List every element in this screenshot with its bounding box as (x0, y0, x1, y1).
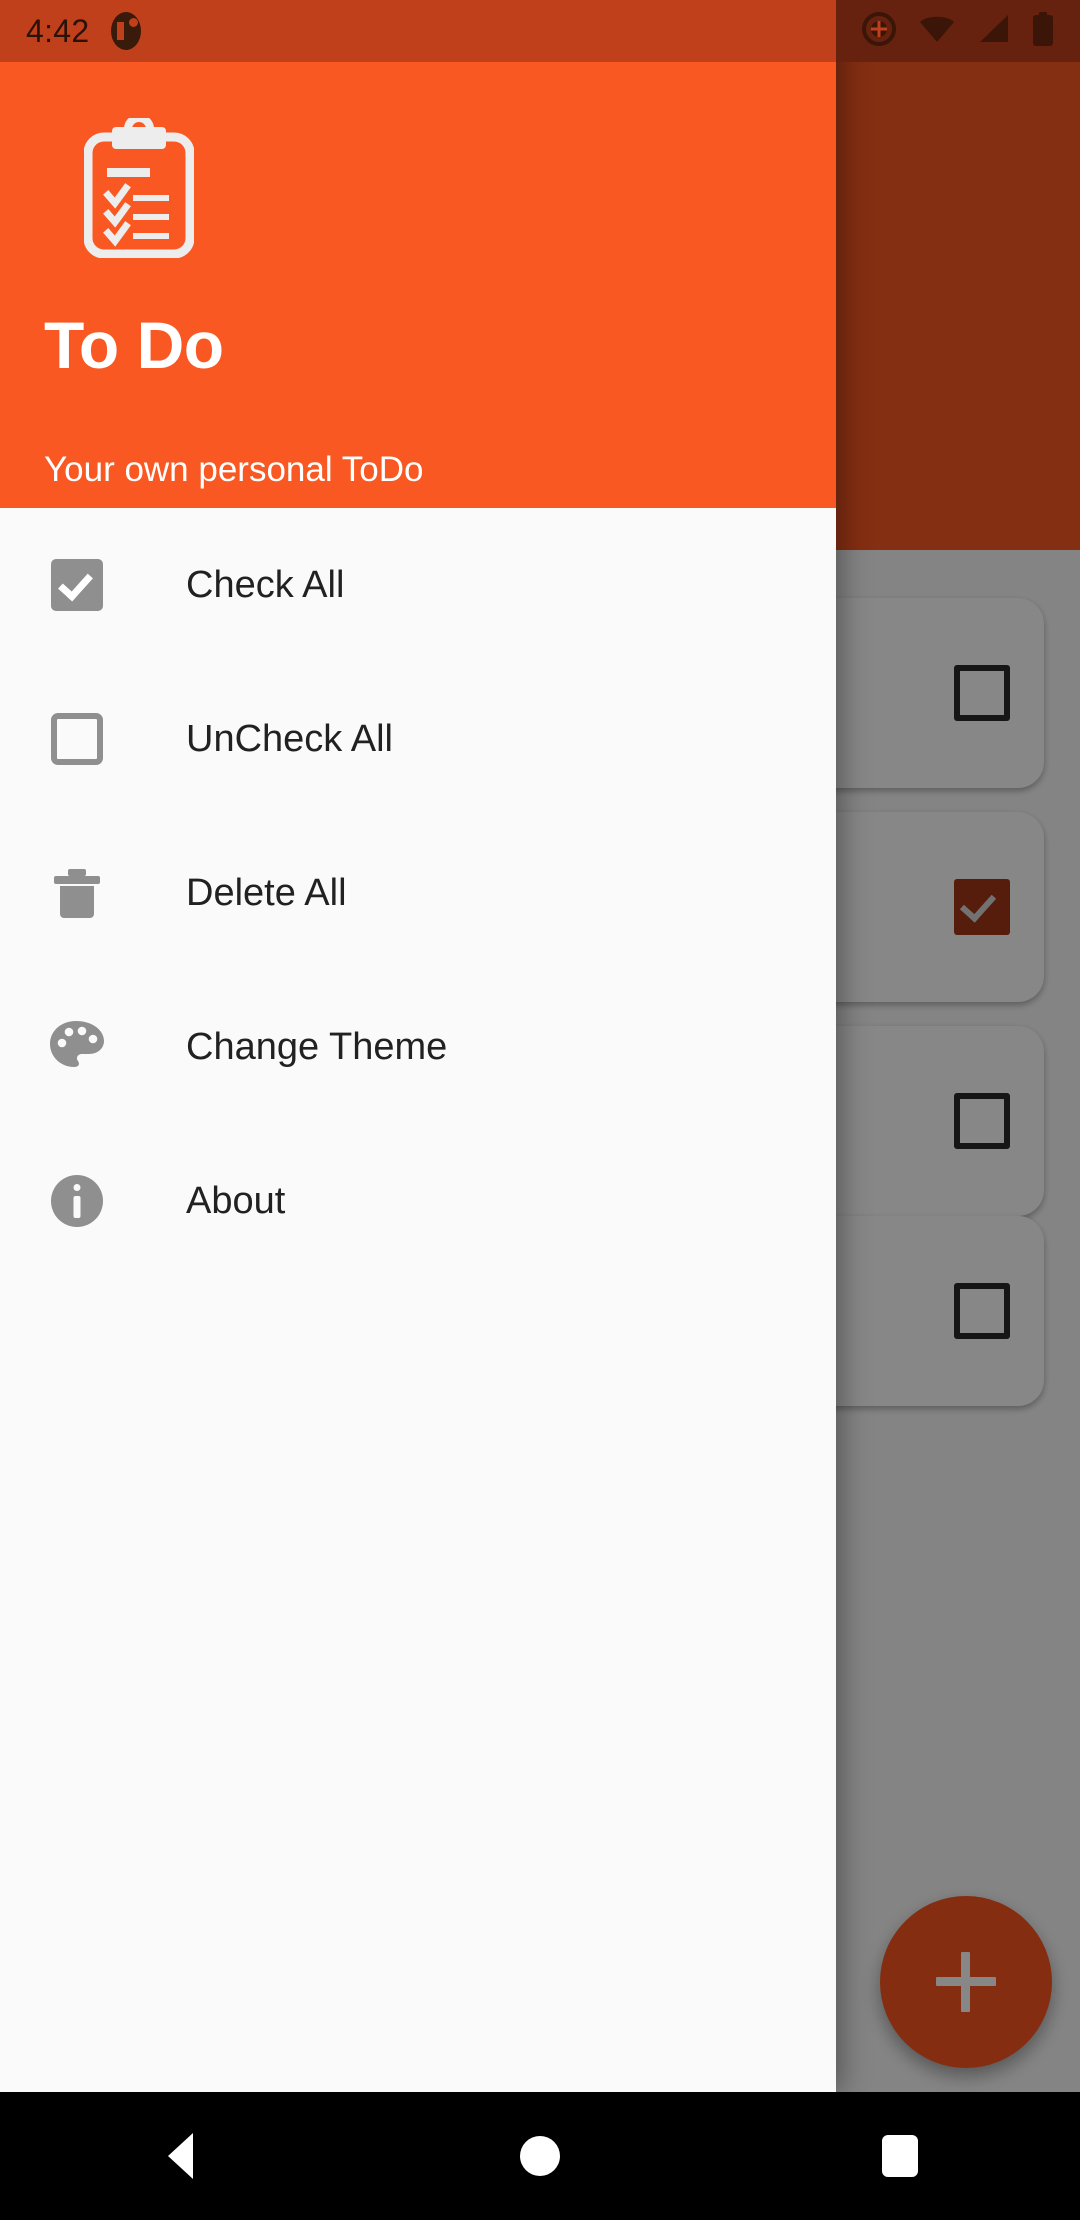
sidebar-item-uncheck-all[interactable]: UnCheck All (0, 662, 836, 816)
sidebar-item-check-all[interactable]: Check All (0, 508, 836, 662)
status-bar-time: 4:42 (26, 12, 90, 49)
trash-icon (44, 860, 110, 926)
square-recents-icon (882, 2135, 918, 2177)
android-navigation-bar (0, 2092, 1080, 2220)
sidebar-item-delete-all[interactable]: Delete All (0, 816, 836, 970)
status-bar-icons (836, 0, 1080, 62)
status-bar: 4:42 (0, 0, 836, 62)
checkbox-checked-icon (44, 552, 110, 618)
sidebar-item-label: Check All (186, 564, 345, 606)
sidebar-item-change-theme[interactable]: Change Theme (0, 970, 836, 1124)
palette-icon (44, 1014, 110, 1080)
clipboard-checklist-icon (83, 114, 195, 259)
triangle-back-icon (167, 2133, 193, 2179)
drawer-menu: Check All UnCheck All Delete All Change … (0, 508, 836, 1278)
sidebar-item-label: Change Theme (186, 1026, 448, 1068)
battery-icon (1032, 11, 1054, 51)
sidebar-item-label: Delete All (186, 872, 347, 914)
drawer-header: To Do Your own personal ToDo (0, 62, 836, 508)
sidebar-item-about[interactable]: About (0, 1124, 836, 1278)
sidebar-item-label: UnCheck All (186, 718, 393, 760)
page-title: To Do (44, 308, 224, 382)
info-circle-icon (44, 1168, 110, 1234)
checkbox-unchecked-icon (44, 706, 110, 772)
nav-recents-button[interactable] (720, 2092, 1080, 2220)
phone-screen: 4:42 To Do Your own personal ToDo Check … (0, 0, 1080, 2220)
circle-home-icon (520, 2136, 560, 2176)
navigation-drawer: 4:42 To Do Your own personal ToDo Check … (0, 0, 836, 2092)
nav-back-button[interactable] (0, 2092, 360, 2220)
wifi-icon (918, 14, 956, 49)
location-target-icon (862, 11, 896, 51)
nav-home-button[interactable] (360, 2092, 720, 2220)
todo-app-icon (111, 12, 142, 50)
drawer-subtitle: Your own personal ToDo (44, 450, 424, 489)
sidebar-item-label: About (186, 1180, 286, 1222)
signal-icon (978, 14, 1010, 49)
